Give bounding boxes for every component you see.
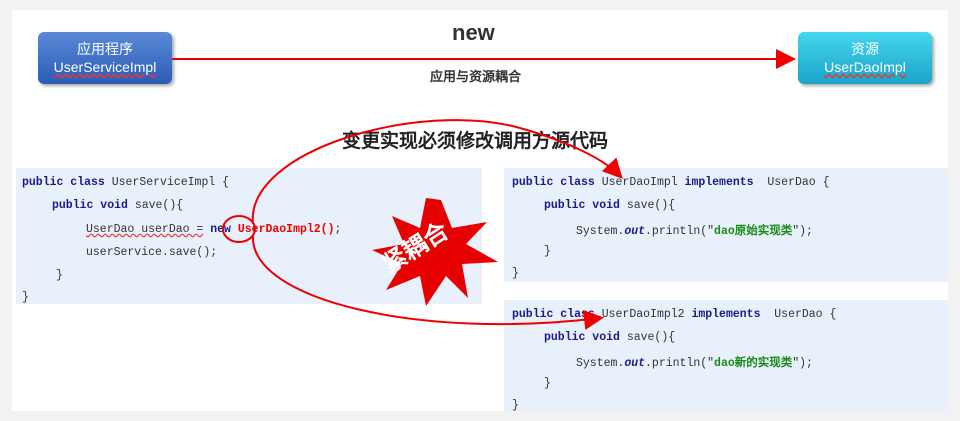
new-highlight-circle [222, 215, 256, 243]
connector-overlay [172, 49, 796, 330]
